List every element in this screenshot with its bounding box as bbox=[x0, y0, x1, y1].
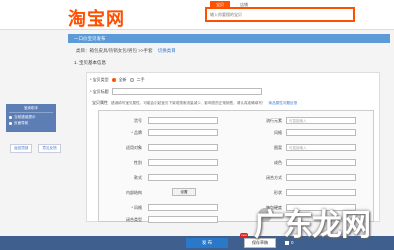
helper-item-nav[interactable]: 页面导航 bbox=[9, 121, 53, 126]
radio-used-label: 二手 bbox=[136, 77, 145, 82]
attr-label: 性别 bbox=[134, 160, 142, 165]
item-title-row: * 宝贝标题 bbox=[90, 88, 262, 95]
attr-label: 风格 bbox=[274, 130, 282, 135]
page: 淘宝网 宝贝 店铺 一口价宝贝发布 类目：箱包皮具/热销女包/男包 >>手套 切… bbox=[0, 0, 394, 250]
item-attr-label: 宝贝属性 bbox=[92, 100, 108, 105]
attr-field-style-type[interactable] bbox=[148, 174, 218, 181]
attr-field-trend[interactable]: 可直接输入 bbox=[286, 117, 356, 124]
item-type-label: * 宝贝类型 bbox=[90, 77, 109, 82]
helper-item-label: 页面导航 bbox=[14, 121, 29, 125]
attr-field-closure[interactable] bbox=[148, 216, 218, 223]
attr-field-style[interactable] bbox=[148, 204, 218, 211]
section-title: 1. 宝贝基本信息 bbox=[74, 60, 107, 65]
attr-field-condition[interactable] bbox=[286, 159, 356, 166]
watermark-text: 广东龙网 bbox=[254, 209, 371, 242]
publish-button[interactable]: 发 布 bbox=[186, 238, 228, 248]
attr-field-style-right[interactable] bbox=[286, 129, 356, 136]
item-type-row: * 宝贝类型 全新 二手 bbox=[90, 77, 145, 83]
inner-structure-set-button[interactable]: 设置 bbox=[172, 188, 196, 196]
attr-label: 闭合方式 bbox=[266, 175, 282, 180]
panel-title: 一口价宝贝发布 bbox=[74, 36, 106, 41]
attr-note: 错误填写宝贝属性，可能会引起宝贝下架或搜索流量减少，影响您的正常销售，请认真准确… bbox=[111, 100, 266, 105]
attr-field-shape[interactable] bbox=[286, 189, 356, 196]
attr-field-brand[interactable] bbox=[148, 129, 218, 136]
attr-field-target[interactable] bbox=[148, 144, 218, 151]
radio-new[interactable] bbox=[111, 78, 116, 82]
breadcrumb: 类目：箱包皮具/热销女包/男包 >>手套 切换类目 bbox=[76, 48, 176, 54]
attr-label: 图案 bbox=[274, 145, 282, 150]
attr-label: 形状 bbox=[274, 190, 282, 195]
item-attr-row: 宝贝属性 错误填写宝贝属性，可能会引起宝贝下架或搜索流量减少，影响您的正常销售，… bbox=[92, 100, 297, 106]
panel-title-bar: 一口价宝贝发布 bbox=[68, 34, 390, 43]
attr-label: 成色 bbox=[274, 160, 282, 165]
attr-label: 适用对象 bbox=[126, 145, 142, 150]
attr-label: 闭合类型 bbox=[126, 217, 142, 222]
attr-label: 流行元素 bbox=[266, 118, 282, 123]
attr-feedback-link[interactable]: 商品属性问题反馈 bbox=[269, 101, 298, 105]
attr-label: * 风格 bbox=[131, 205, 142, 210]
attr-field-sku[interactable] bbox=[148, 117, 218, 124]
switch-category-link[interactable]: 切换类目 bbox=[158, 48, 176, 53]
feedback-button[interactable]: 意见反馈 bbox=[38, 144, 61, 153]
item-title-label: * 宝贝标题 bbox=[90, 88, 109, 94]
bullet-icon bbox=[9, 122, 12, 125]
radio-new-label: 全新 bbox=[118, 77, 127, 82]
radio-used[interactable] bbox=[129, 78, 134, 82]
taobao-logo[interactable]: 淘宝网 bbox=[68, 5, 125, 31]
attr-field-closure-way[interactable] bbox=[286, 174, 356, 181]
attr-label: 款式 bbox=[134, 175, 142, 180]
back-to-top-button[interactable]: 返回顶部 bbox=[10, 144, 33, 153]
bullet-icon bbox=[9, 116, 12, 119]
helper-item-errors[interactable]: 当前错误提示 bbox=[9, 115, 53, 120]
item-title-input[interactable] bbox=[111, 88, 262, 95]
attr-label: 内部结构 bbox=[126, 190, 142, 195]
attr-label: * 品牌 bbox=[131, 130, 142, 135]
helper-title: 宝卖助手 bbox=[9, 106, 53, 113]
attr-field-gender[interactable] bbox=[148, 159, 218, 166]
header: 淘宝网 宝贝 店铺 bbox=[0, 0, 394, 30]
side-buttons: 返回顶部 意见反馈 bbox=[10, 144, 61, 153]
attr-label: 货号 bbox=[134, 118, 142, 123]
search-box bbox=[205, 7, 355, 22]
helper-item-label: 当前错误提示 bbox=[14, 115, 36, 119]
category-path: 类目：箱包皮具/热销女包/男包 >>手套 bbox=[76, 48, 153, 53]
search-input[interactable] bbox=[207, 9, 353, 20]
attr-field-pattern[interactable]: 可直接输入 bbox=[286, 144, 356, 151]
helper-panel: 宝卖助手 当前错误提示 页面导航 bbox=[6, 104, 56, 132]
